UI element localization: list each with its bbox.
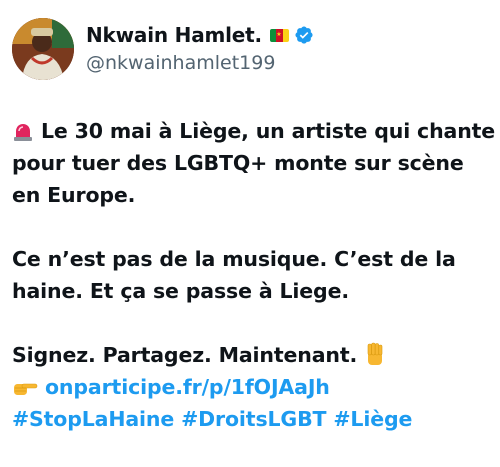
siren-icon: [14, 124, 32, 141]
tweet-line-5: haine. Et ça se passe à Liege.: [12, 279, 349, 303]
tweet-body: Le 30 mai à Liège, un artiste qui chante…: [12, 115, 496, 435]
author-names: Nkwain Hamlet. ★ @nkwainhamlet199: [86, 20, 314, 74]
tweet-line-2: pour tuer des LGBTQ+ monte sur scène: [12, 151, 464, 175]
tweet-line-6: Signez. Partagez. Maintenant.: [12, 343, 358, 367]
external-link[interactable]: onparticipe.fr/p/1fOJAaJh: [45, 375, 330, 399]
tweet-line-1: Le 30 mai à Liège, un artiste qui chante: [41, 119, 496, 143]
tweet-card: Nkwain Hamlet. ★ @nkwainhamlet199 Le 30 …: [0, 0, 500, 467]
hashtag-droitslgbt[interactable]: #DroitsLGBT: [181, 407, 326, 431]
avatar[interactable]: [12, 18, 74, 80]
verified-badge-icon[interactable]: [294, 25, 314, 45]
display-name[interactable]: Nkwain Hamlet.: [86, 23, 262, 47]
pointing-hand-icon: [14, 383, 38, 395]
hashtag-liege[interactable]: #Liège: [333, 407, 412, 431]
tweet-line-4: Ce n’est pas de la musique. C’est de la: [12, 247, 456, 271]
hashtag-stoplahaine[interactable]: #StopLaHaine: [12, 407, 174, 431]
tweet-line-3: en Europe.: [12, 183, 136, 207]
raised-fist-icon: [367, 342, 383, 365]
cameroon-flag-icon: ★: [269, 28, 289, 42]
handle[interactable]: @nkwainhamlet199: [86, 52, 314, 74]
